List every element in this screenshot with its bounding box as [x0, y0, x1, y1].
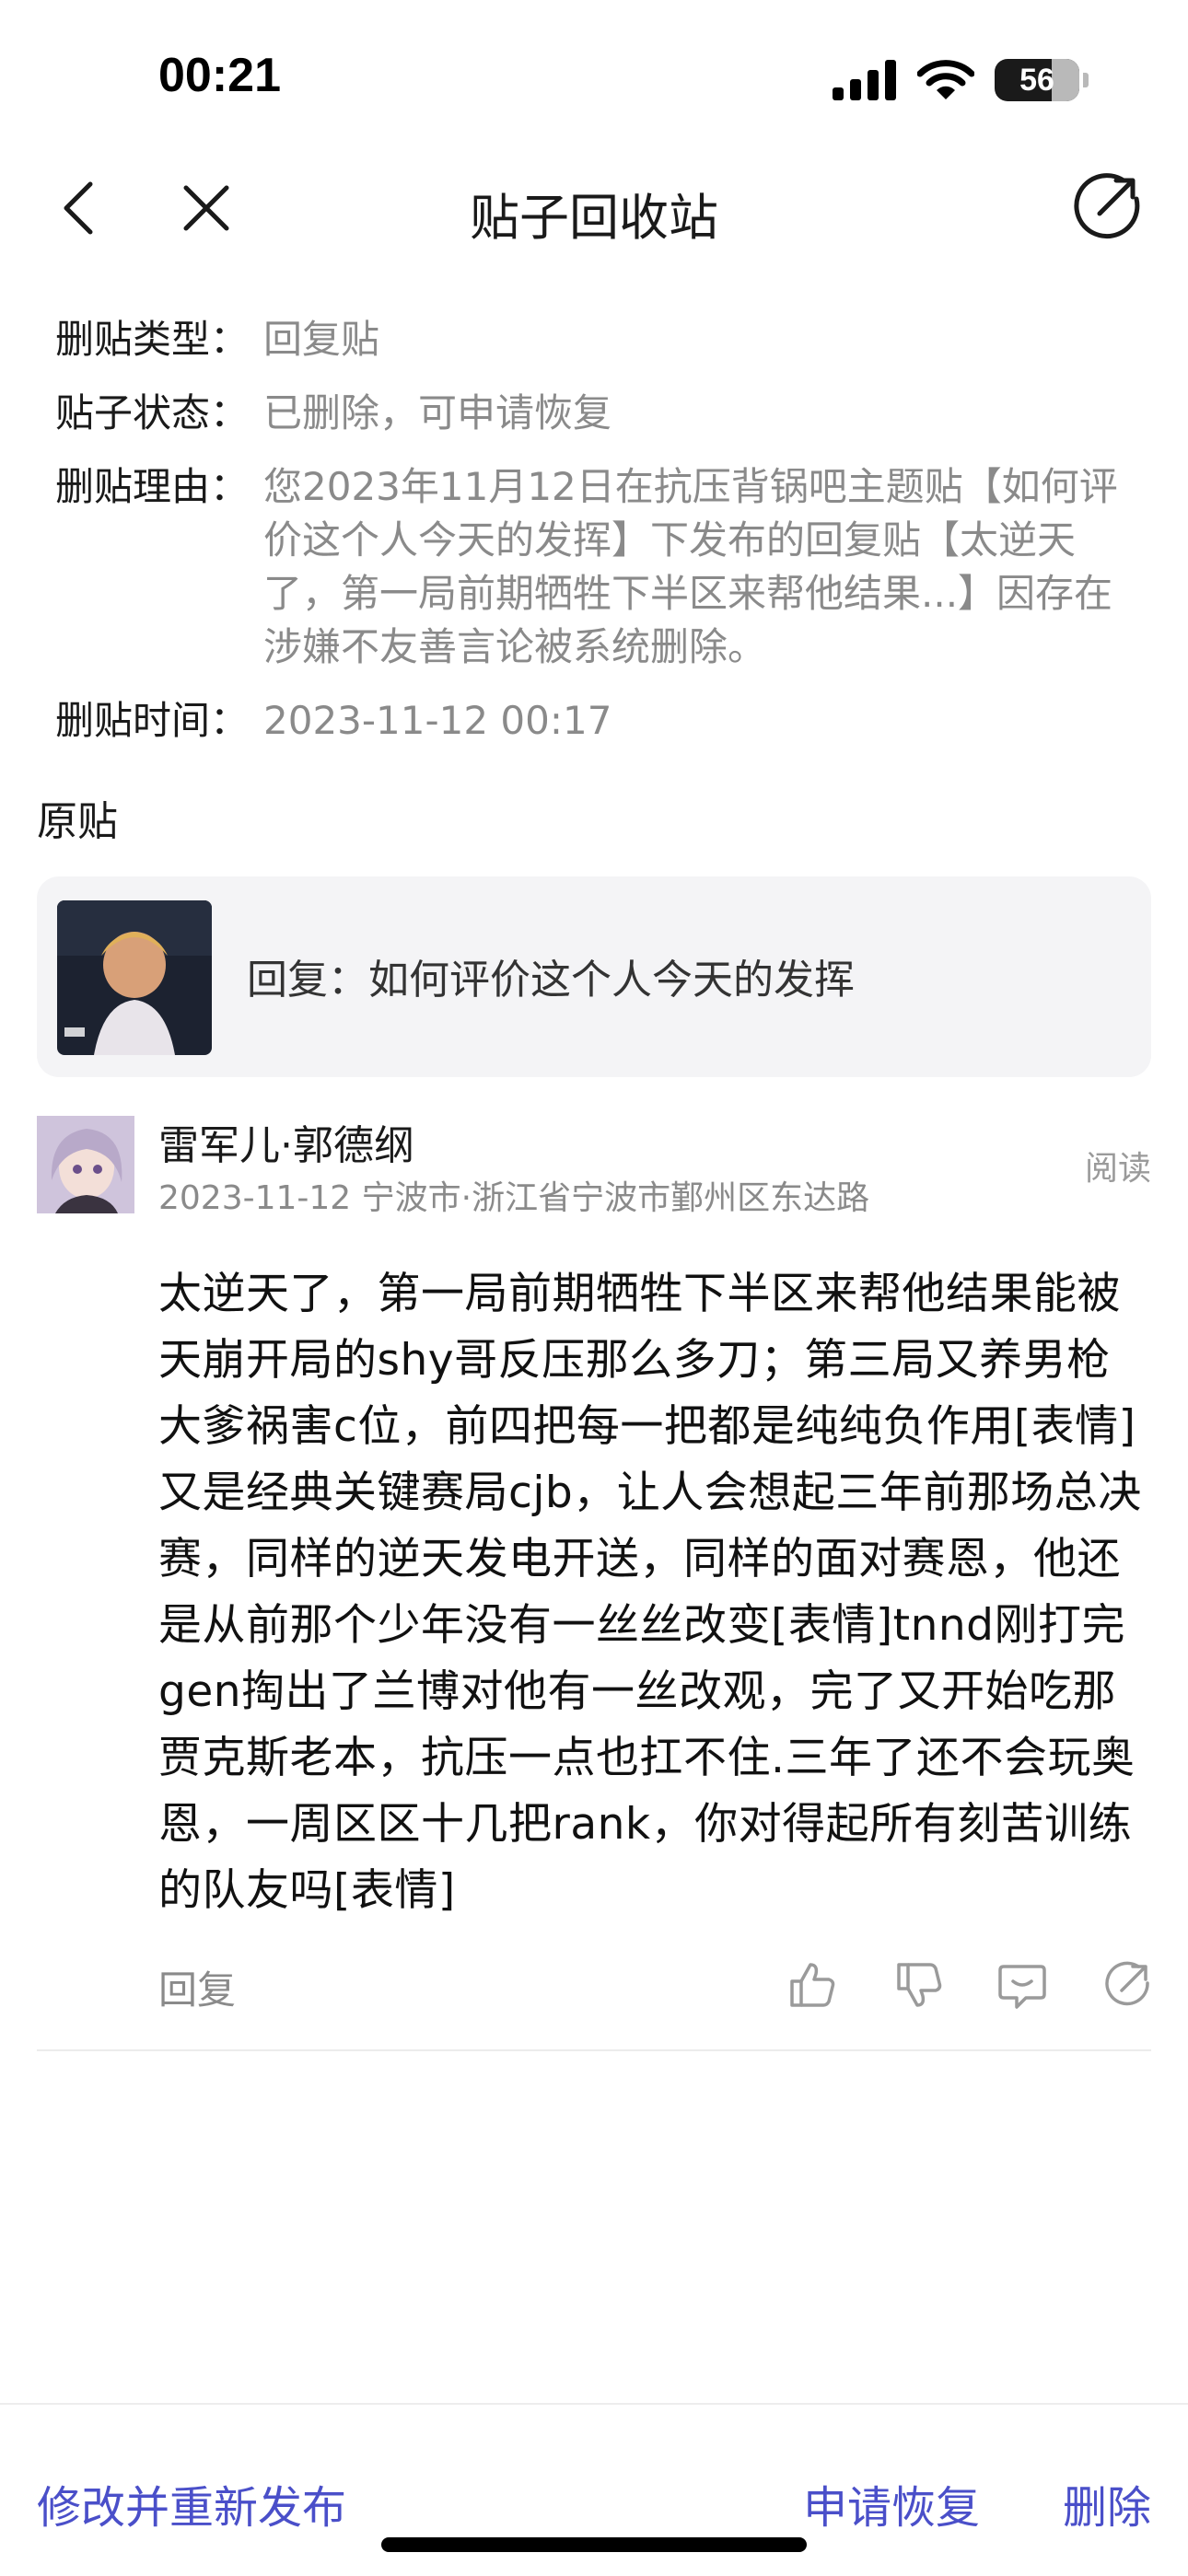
post-body: 太逆天了，第一局前期牺牲下半区来帮他结果能被天崩开局的shy哥反压那么多刀；第三… — [158, 1269, 1142, 1916]
comment-icon[interactable] — [996, 1959, 1048, 2011]
original-post-card[interactable]: 回复：如何评价这个人今天的发挥 — [37, 876, 1151, 1077]
type-label: 删贴类型： — [55, 317, 250, 362]
original-post-title: 回复：如何评价这个人今天的发挥 — [247, 957, 855, 1004]
battery-tip — [1083, 73, 1089, 87]
restore-button[interactable]: 申请恢复 — [803, 2471, 980, 2535]
status-icons: 56 — [833, 57, 1089, 103]
info-row-time: 删贴时间： 2023-11-12 00:17 — [55, 694, 1142, 748]
page-title: 贴子回收站 — [470, 189, 718, 247]
edit-republish-button[interactable]: 修改并重新发布 — [37, 2471, 346, 2535]
home-indicator[interactable] — [381, 2537, 807, 2552]
cellular-signal-icon — [833, 60, 896, 100]
divider — [37, 2049, 1151, 2051]
info-row-reason: 删贴理由： 您2023年11月12日在抗压背锅吧主题贴【如何评价这个人今天的发挥… — [55, 460, 1142, 674]
reply-button[interactable]: 回复 — [158, 1959, 236, 2015]
original-post-label: 原贴 — [37, 798, 118, 845]
info-row-status: 贴子状态： 已删除，可申请恢复 — [55, 387, 1142, 440]
type-value: 回复贴 — [263, 317, 380, 362]
reason-label: 删贴理由： — [55, 464, 250, 509]
thumbs-down-icon[interactable] — [893, 1959, 945, 2011]
author-name[interactable]: 雷军儿·郭德纲 — [158, 1112, 414, 1171]
delete-button[interactable]: 删除 — [1063, 2471, 1151, 2535]
avatar[interactable] — [37, 1116, 134, 1213]
thumbs-up-icon[interactable] — [786, 1959, 838, 2011]
wifi-icon — [917, 60, 974, 99]
nav-bar: 贴子回收站 — [0, 157, 1188, 258]
time-label: 删贴时间： — [55, 698, 250, 743]
battery-icon: 56 — [995, 59, 1079, 101]
status-bar: 00:21 56 — [0, 0, 1188, 147]
battery-level: 56 — [1019, 62, 1054, 98]
status-label: 贴子状态： — [55, 390, 250, 435]
reason-value: 您2023年11月12日在抗压背锅吧主题贴【如何评价这个人今天的发挥】下发布的回… — [263, 464, 1118, 669]
read-link[interactable]: 阅读 — [1085, 1142, 1151, 1189]
status-time: 00:21 — [158, 49, 281, 102]
share-icon[interactable] — [1072, 171, 1144, 243]
original-post-thumbnail — [57, 900, 212, 1055]
forward-icon[interactable] — [1101, 1959, 1153, 2011]
post-meta: 2023-11-12 宁波市·浙江省宁波市鄞州区东达路 — [158, 1179, 870, 1217]
deletion-info: 删贴类型： 回复贴 贴子状态： 已删除，可申请恢复 删贴理由： 您2023年11… — [55, 313, 1142, 768]
info-row-type: 删贴类型： 回复贴 — [55, 313, 1142, 366]
time-value: 2023-11-12 00:17 — [263, 698, 612, 743]
status-value: 已删除，可申请恢复 — [263, 390, 612, 435]
post-actions: 回复 — [158, 1959, 1151, 2014]
